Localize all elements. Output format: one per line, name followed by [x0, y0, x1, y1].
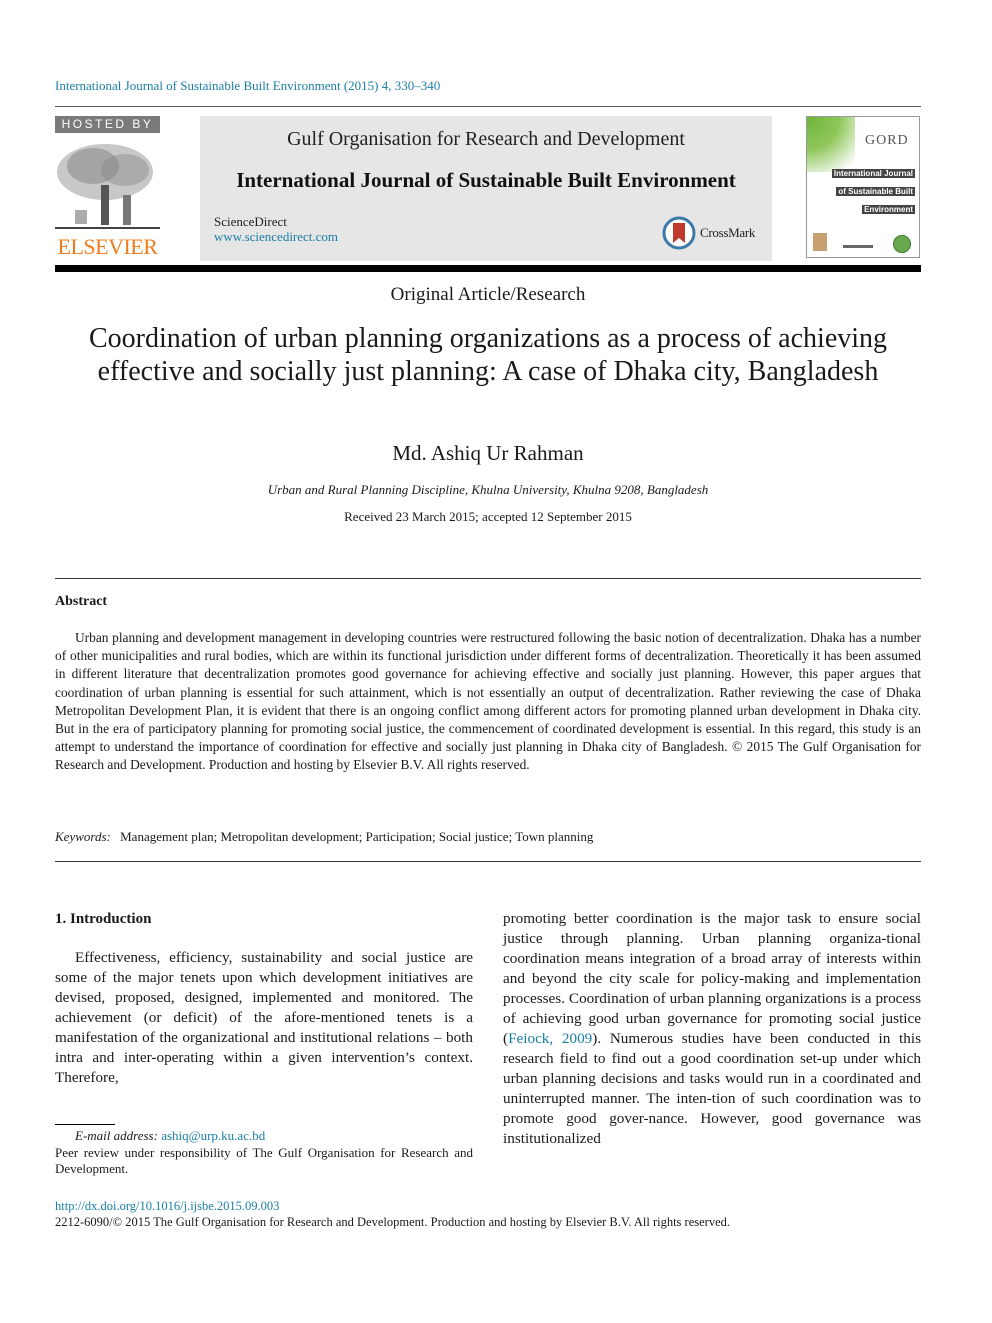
introduction-heading: 1. Introduction: [55, 911, 152, 927]
citation-link-feiock-2009[interactable]: Feiock, 2009: [508, 1030, 592, 1047]
hosted-by-label: HOSTED BY: [55, 116, 160, 133]
sciencedirect-label: ScienceDirect: [214, 214, 287, 229]
abstract-body: Urban planning and development managemen…: [55, 629, 921, 775]
cover-title: International Journal of Sustainable Bui…: [815, 163, 915, 217]
author-name[interactable]: Md. Ashiq Ur Rahman: [0, 441, 976, 466]
crossmark-button[interactable]: CrossMark: [662, 216, 755, 250]
peer-review-note: Peer review under responsibility of The …: [55, 1144, 473, 1177]
author-affiliation: Urban and Rural Planning Discipline, Khu…: [267, 482, 709, 497]
abstract-top-divider: [55, 578, 921, 579]
crossmark-icon: [662, 216, 696, 250]
elsevier-tree-icon: [55, 144, 160, 229]
keywords-bottom-divider: [55, 861, 921, 862]
author-email-link[interactable]: ashiq@urp.ku.ac.bd: [161, 1128, 265, 1143]
cover-elsevier-icon: [813, 233, 827, 251]
article-title: Coordination of urban planning organizat…: [88, 323, 888, 387]
right-column-text-continued: ). Numerous studies have been conducted …: [503, 1030, 921, 1147]
keywords: Keywords: Management plan; Metropolitan …: [55, 829, 593, 845]
sciencedirect-link[interactable]: www.sciencedirect.com: [214, 229, 338, 245]
header-thick-divider: [55, 265, 921, 272]
doi-link[interactable]: http://dx.doi.org/10.1016/j.ijsbe.2015.0…: [55, 1199, 279, 1214]
cover-badge-icon: [893, 235, 911, 253]
keywords-list: Management plan; Metropolitan developmen…: [120, 829, 594, 844]
journal-reference-link[interactable]: International Journal of Sustainable Bui…: [55, 78, 440, 94]
abstract-text: Urban planning and development managemen…: [55, 630, 921, 755]
cover-brand: GORD: [865, 133, 909, 148]
footnote: E-mail address: ashiq@urp.ku.ac.bd Peer …: [55, 1128, 473, 1178]
cover-bar: [843, 245, 873, 248]
crossmark-label: CrossMark: [700, 225, 756, 240]
right-column-text: promoting better coordination is the maj…: [503, 910, 921, 1047]
received-dates: Received 23 March 2015; accepted 12 Sept…: [344, 509, 632, 524]
cover-title-line: Environment: [862, 205, 915, 214]
article-type: Original Article/Research: [390, 284, 586, 305]
footer-copyright: 2212-6090/© 2015 The Gulf Organisation f…: [55, 1215, 731, 1229]
keywords-label: Keywords:: [55, 829, 111, 844]
journal-title: International Journal of Sustainable Bui…: [236, 168, 736, 192]
introduction-left-column: Effectiveness, efficiency, sustainabilit…: [55, 949, 473, 1086]
footnote-divider: [55, 1124, 115, 1125]
journal-header: Gulf Organisation for Research and Devel…: [200, 116, 772, 261]
email-label: E-mail address:: [75, 1128, 158, 1143]
abstract-heading: Abstract: [55, 594, 108, 609]
organisation-name: Gulf Organisation for Research and Devel…: [287, 128, 685, 150]
cover-title-line: International Journal: [831, 169, 915, 178]
cover-title-line: of Sustainable Built: [836, 187, 915, 196]
introduction-right-column: promoting better coordination is the maj…: [503, 909, 921, 1149]
journal-cover-thumbnail[interactable]: GORD International Journal of Sustainabl…: [806, 116, 920, 258]
elsevier-logo-text[interactable]: ELSEVIER: [55, 234, 160, 260]
top-divider: [55, 106, 921, 107]
